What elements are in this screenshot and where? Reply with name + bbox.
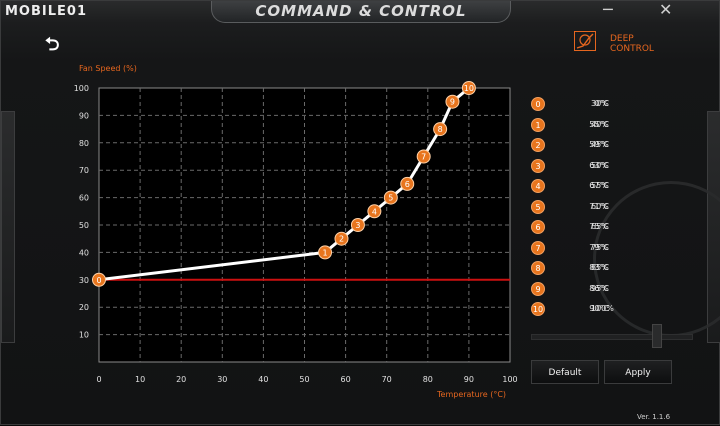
apply-button[interactable]: Apply: [604, 360, 672, 384]
curve-point-label: 9: [450, 98, 455, 107]
legend-fan-speed: 100%: [591, 304, 614, 313]
legend-point-badge: 2: [531, 138, 545, 152]
y-tick-label: 30: [79, 276, 89, 285]
default-button[interactable]: Default: [531, 360, 599, 384]
legend-row: 10 90°C 100%: [531, 302, 691, 318]
legend-point-badge: 8: [531, 261, 545, 275]
legend-fan-speed: 30%: [591, 99, 609, 108]
y-tick-label: 80: [79, 139, 89, 148]
curve-point-label: 4: [372, 207, 377, 216]
x-tick-label: 50: [299, 375, 309, 384]
legend-point-badge: 7: [531, 240, 545, 255]
x-tick-label: 70: [382, 375, 392, 384]
legend-row: 4 67°C 55%: [531, 179, 691, 195]
x-tick-label: 80: [423, 375, 433, 384]
legend-row: 0 0°C 30%: [531, 97, 691, 113]
legend-point-badge: 9: [531, 281, 545, 296]
legend-point-badge: 10: [531, 302, 545, 316]
y-tick-label: 60: [79, 194, 89, 203]
slider-thumb[interactable]: [652, 324, 662, 348]
legend-fan-speed: 40%: [591, 119, 609, 129]
x-tick-label: 30: [217, 375, 227, 384]
legend-fan-speed: 55%: [591, 181, 609, 190]
curve-point-label: 0: [96, 276, 101, 285]
curve-point-label: 3: [355, 221, 360, 230]
legend-point-badge: 5: [531, 199, 545, 214]
legend-row: 2 59°C 45%: [531, 138, 691, 154]
legend-point-badge: 0: [531, 97, 545, 111]
legend-fan-speed: 45%: [591, 140, 609, 149]
legend-point-badge: 4: [531, 179, 545, 193]
legend-point-badge: 6: [531, 220, 545, 234]
app-window: MOBILE01 COMMAND & CONTROL ─ ✕ ⮌ DEEP CO…: [0, 0, 720, 425]
legend-row: 7 79°C 75%: [531, 240, 691, 257]
legend-row: 9 86°C 95%: [531, 281, 691, 298]
legend-fan-speed: 95%: [591, 283, 609, 293]
curve-point-label: 2: [339, 235, 344, 244]
x-tick-label: 100: [502, 375, 517, 384]
x-tick-label: 40: [258, 375, 268, 384]
legend-fan-speed: 60%: [591, 201, 609, 211]
y-tick-label: 100: [74, 84, 89, 93]
legend-fan-speed: 65%: [591, 222, 609, 231]
x-tick-label: 20: [176, 375, 186, 384]
curve-point-label: 8: [438, 125, 443, 134]
legend-point-badge: 3: [531, 158, 545, 173]
x-tick-label: 10: [135, 375, 145, 384]
legend-row: 5 71°C 60%: [531, 199, 691, 216]
x-tick-label: 0: [96, 375, 101, 384]
y-tick-label: 90: [79, 111, 89, 120]
legend-fan-speed: 50%: [591, 160, 609, 170]
legend-row: 1 55°C 40%: [531, 117, 691, 134]
x-tick-label: 60: [341, 375, 351, 384]
x-tick-label: 90: [464, 375, 474, 384]
y-tick-label: 20: [79, 303, 89, 312]
legend-row: 3 63°C 50%: [531, 158, 691, 175]
curve-point-label: 10: [464, 84, 474, 93]
curve-point-label: 6: [405, 180, 410, 189]
curve-point-label: 1: [323, 248, 328, 257]
legend-point-badge: 1: [531, 117, 545, 132]
y-tick-label: 50: [79, 221, 89, 230]
y-tick-label: 10: [79, 331, 89, 340]
legend-row: 6 75°C 65%: [531, 220, 691, 236]
version-label: Ver. 1.1.6: [637, 413, 671, 421]
y-tick-label: 40: [79, 248, 89, 257]
legend-fan-speed: 85%: [591, 263, 609, 272]
legend-fan-speed: 75%: [591, 242, 609, 252]
curve-point-label: 5: [388, 194, 393, 203]
legend-row: 8 83°C 85%: [531, 261, 691, 277]
slider-track[interactable]: [531, 334, 693, 340]
curve-point-label: 7: [421, 153, 426, 162]
y-tick-label: 70: [79, 166, 89, 175]
